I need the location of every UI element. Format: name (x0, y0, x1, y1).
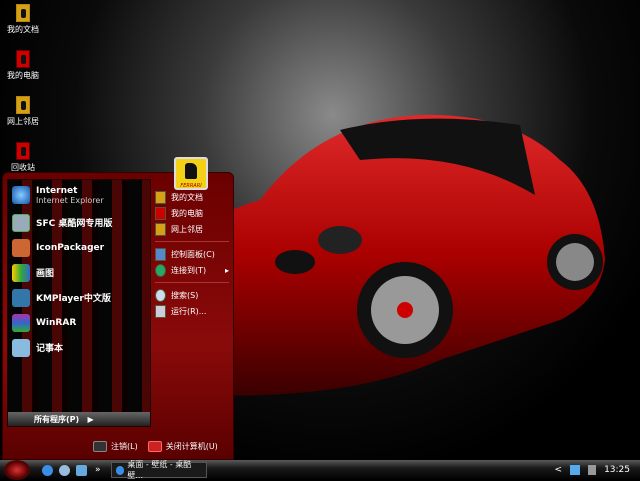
desktop-icon-network[interactable]: 网上邻居 (4, 96, 42, 127)
place-run[interactable]: 运行(R)... (151, 303, 233, 319)
start-menu-footer: 注销(L) 关闭计算机(U) (93, 441, 218, 452)
control-panel-icon (155, 247, 166, 261)
browser-quicklaunch-icon[interactable] (59, 464, 70, 476)
place-network[interactable]: 网上邻居 (151, 221, 233, 237)
quicklaunch-more-button[interactable]: » (95, 465, 101, 475)
all-programs-button[interactable]: 所有程序(P) ▶ (8, 412, 150, 426)
program-internet[interactable]: Internet Internet Explorer (8, 180, 150, 210)
tray-expand-button[interactable]: < (555, 465, 563, 475)
logoff-button[interactable]: 注销(L) (93, 441, 138, 452)
place-connect-to[interactable]: 连接到(T) ▸ (151, 262, 233, 278)
program-kmplayer[interactable]: KMPlayer中文版 (8, 285, 150, 310)
volume-tray-icon[interactable] (588, 465, 597, 475)
desktop-icon-my-documents[interactable]: 我的文档 (4, 4, 42, 35)
recycle-bin-icon (16, 142, 30, 160)
network-tray-icon[interactable] (570, 465, 581, 475)
start-menu: Internet Internet Explorer SFC 桌酷网专用版 Ico… (2, 172, 234, 460)
start-button[interactable] (4, 460, 30, 480)
lock-icon (93, 441, 107, 452)
program-iconpackager[interactable]: IconPackager (8, 235, 150, 260)
taskbar: » 桌面 - 壁纸 - 桌酷壁... < 13:25 (0, 460, 640, 480)
folder-icon (16, 4, 30, 22)
system-tray: < 13:25 (555, 465, 640, 475)
desktop-quicklaunch-icon[interactable] (76, 464, 87, 476)
place-control-panel[interactable]: 控制面板(C) (151, 246, 233, 262)
prancing-horse-icon (185, 163, 197, 179)
notepad-icon (12, 338, 30, 357)
ie-quicklaunch-icon[interactable] (42, 464, 53, 476)
divider (155, 282, 229, 283)
program-notepad[interactable]: 记事本 (8, 335, 150, 360)
power-icon (147, 441, 162, 452)
program-sfc[interactable]: SFC 桌酷网专用版 (8, 210, 150, 235)
kmplayer-icon (12, 288, 30, 307)
shutdown-button[interactable]: 关闭计算机(U) (147, 441, 218, 452)
program-winrar[interactable]: WinRAR (8, 310, 150, 335)
winrar-icon (12, 313, 30, 332)
desktop-icon-recycle-bin[interactable]: 回收站 (4, 142, 42, 173)
ie-icon (12, 186, 30, 204)
sfc-icon (12, 213, 30, 232)
submenu-arrow-icon: ▸ (224, 265, 229, 275)
computer-icon (155, 206, 166, 220)
taskbar-window-button[interactable]: 桌面 - 壁纸 - 桌酷壁... (110, 460, 207, 480)
clock[interactable]: 13:25 (604, 465, 630, 475)
network-icon (155, 222, 166, 236)
arrow-right-icon: ▶ (81, 415, 94, 424)
user-picture-ferrari-logo: FERRARI (174, 157, 208, 190)
ferrari-folder-icon (155, 190, 166, 204)
place-my-computer[interactable]: 我的电脑 (151, 205, 233, 221)
ie-icon (115, 465, 125, 475)
start-menu-programs: Internet Internet Explorer SFC 桌酷网专用版 Ico… (7, 179, 151, 427)
place-search[interactable]: 搜索(S) (151, 287, 233, 303)
run-icon (155, 304, 166, 318)
iconpackager-icon (12, 238, 30, 257)
program-paint[interactable]: 画图 (8, 260, 150, 285)
divider (155, 241, 229, 242)
paint-icon (12, 263, 30, 282)
start-menu-places: 我的文档 我的电脑 网上邻居 控制面板(C) 连接到(T) ▸ 搜索(S) 运行(… (151, 189, 233, 319)
search-icon (155, 288, 166, 302)
place-my-documents[interactable]: 我的文档 (151, 189, 233, 205)
desktop-icon-my-computer[interactable]: 我的电脑 (4, 50, 42, 81)
globe-icon (155, 263, 166, 277)
network-icon (16, 96, 30, 114)
computer-icon (16, 50, 30, 68)
